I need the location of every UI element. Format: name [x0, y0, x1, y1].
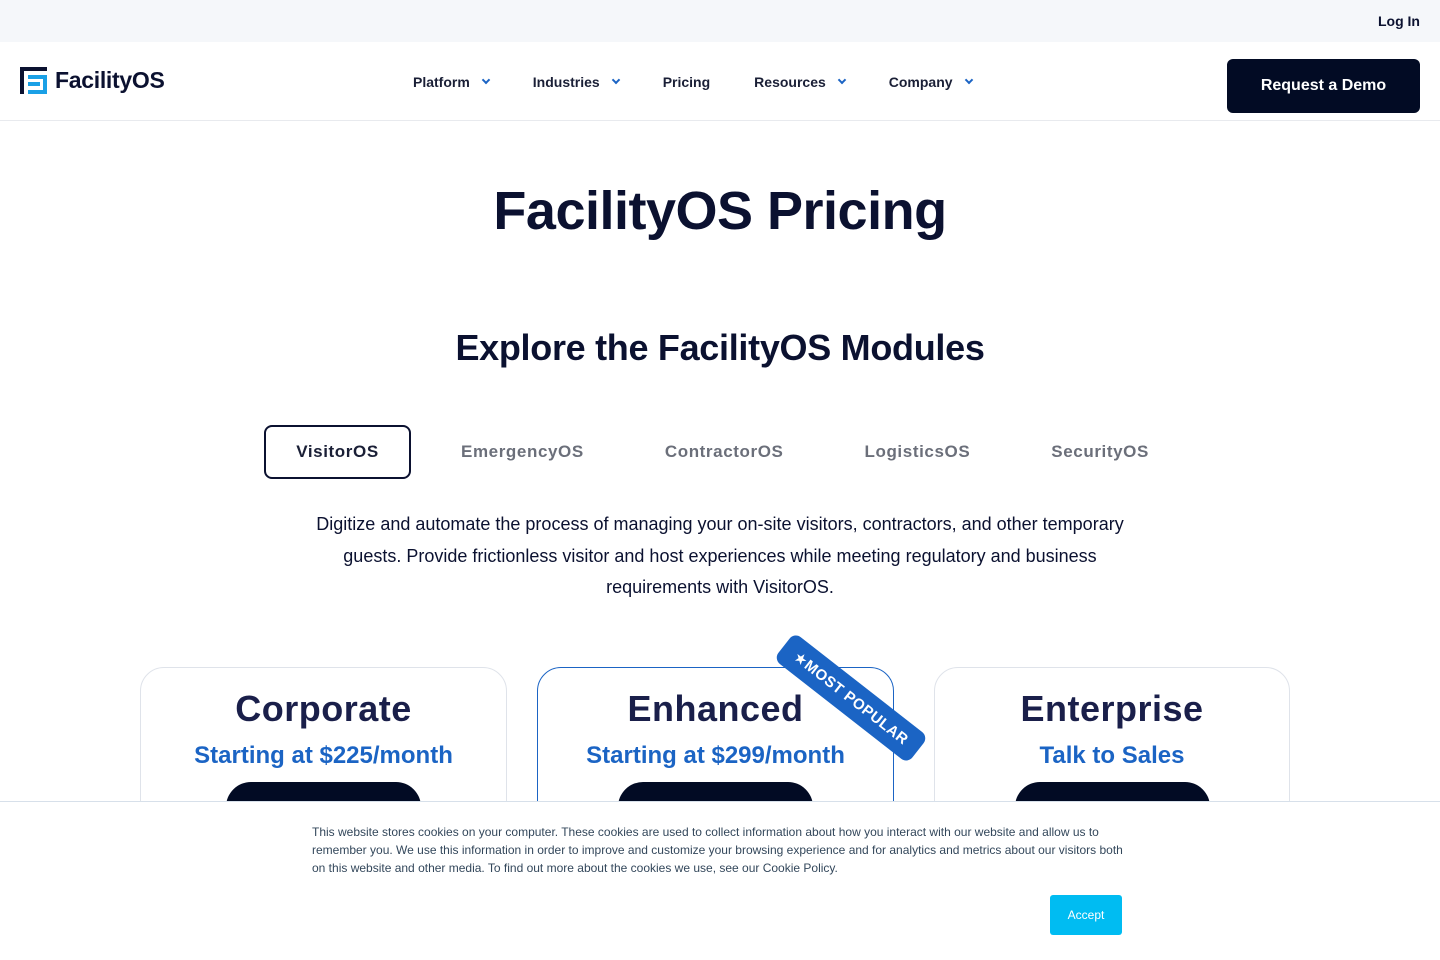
nav-item-industries[interactable]: Industries [532, 73, 620, 90]
nav-item-label: Company [888, 73, 953, 90]
cookie-banner: This website stores cookies on your comp… [0, 801, 1440, 960]
nav-item-label: Platform [413, 73, 470, 90]
nav-menu: Platform Industries Pricing Resources Co… [413, 42, 1016, 121]
tab-visitoros[interactable]: VisitorOS [264, 425, 411, 479]
brand-name: FacilityOS [55, 67, 165, 93]
facilityos-logo-icon [20, 67, 47, 94]
nav-item-company[interactable]: Company [888, 73, 973, 90]
page-title: FacilityOS Pricing [493, 181, 947, 241]
login-link[interactable]: Log In [1378, 13, 1420, 29]
nav-item-label: Resources [754, 73, 826, 90]
main-navigation: FacilityOS Platform Industries Pricing R… [0, 42, 1440, 121]
plan-name: Corporate [235, 688, 412, 729]
chevron-down-icon [837, 75, 847, 84]
chevron-down-icon [964, 75, 973, 84]
plan-name: Enterprise [1020, 688, 1204, 729]
nav-item-platform[interactable]: Platform [413, 73, 491, 90]
module-description: Digitize and automate the process of man… [316, 514, 1124, 597]
nav-item-label: Industries [532, 73, 600, 90]
top-utility-bar: Log In [0, 0, 1440, 42]
chevron-down-icon [611, 75, 620, 84]
nav-item-pricing[interactable]: Pricing [663, 74, 710, 90]
plan-price: Starting at $225/month [194, 742, 453, 769]
plan-price: Starting at $299/month [586, 742, 845, 769]
plan-price: Talk to Sales [1039, 742, 1185, 769]
cookie-notice-text: This website stores cookies on your comp… [312, 825, 1123, 875]
module-tabs: VisitorOS EmergencyOS ContractorOS Logis… [264, 425, 1149, 479]
brand-logo[interactable]: FacilityOS [20, 67, 165, 94]
nav-item-label: Pricing [662, 73, 711, 90]
tab-emergencyos[interactable]: EmergencyOS [461, 425, 584, 479]
tab-logisticsos[interactable]: LogisticsOS [864, 425, 970, 479]
tab-contractoros[interactable]: ContractorOS [665, 425, 784, 479]
nav-item-resources[interactable]: Resources [754, 73, 847, 90]
chevron-down-icon [481, 75, 491, 84]
request-demo-button[interactable]: Request a Demo [1227, 59, 1420, 113]
accept-cookies-button[interactable]: Accept [1050, 895, 1122, 935]
tab-securityos[interactable]: SecurityOS [1051, 425, 1149, 479]
section-title: Explore the FacilityOS Modules [455, 327, 985, 368]
